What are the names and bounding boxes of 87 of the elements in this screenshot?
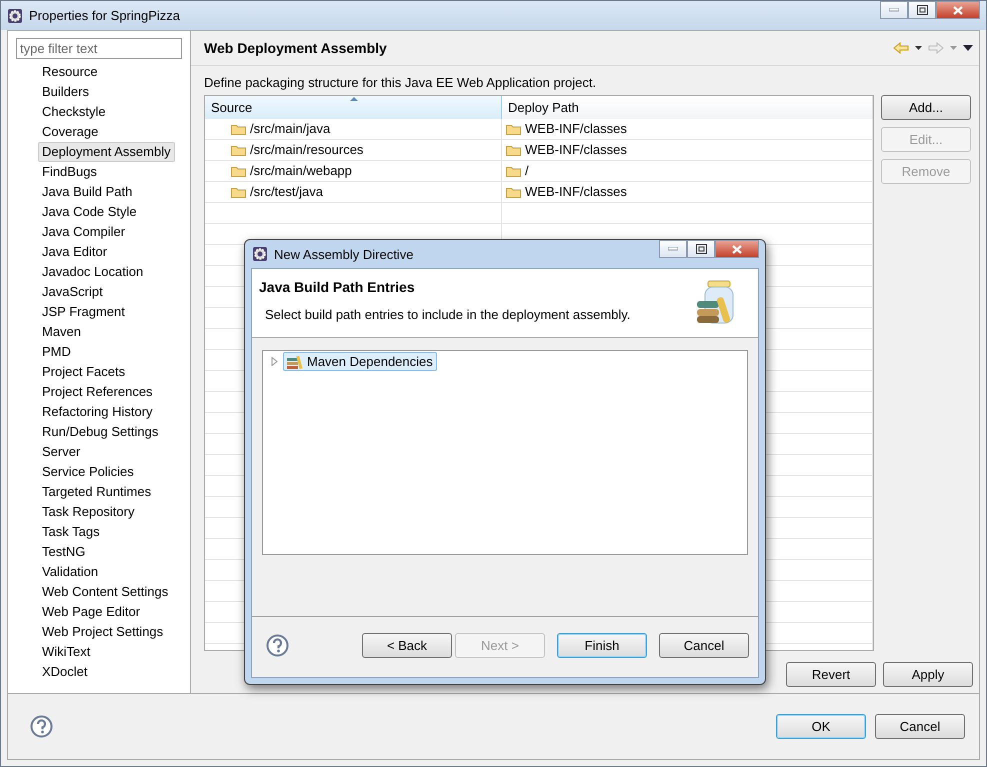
sidebar-item[interactable]: Maven bbox=[38, 322, 86, 342]
dropdown-icon bbox=[950, 46, 957, 50]
maximize-icon bbox=[916, 5, 928, 15]
tree-item[interactable]: Maven Dependencies bbox=[283, 352, 437, 371]
sidebar-item[interactable]: Run/Debug Settings bbox=[38, 422, 162, 442]
dialog-button[interactable]: Cancel bbox=[875, 714, 965, 739]
folder-icon bbox=[231, 165, 246, 177]
maximize-button[interactable] bbox=[687, 240, 715, 258]
table-cell-text: /src/main/resources bbox=[250, 141, 364, 159]
close-button[interactable] bbox=[715, 240, 759, 258]
action-button[interactable]: Apply bbox=[883, 662, 973, 687]
books-icon bbox=[287, 354, 303, 368]
sidebar-item[interactable]: XDoclet bbox=[38, 662, 92, 682]
sidebar-item[interactable]: Project References bbox=[38, 382, 157, 402]
sidebar-item[interactable]: Javadoc Location bbox=[38, 262, 148, 282]
sidebar-item[interactable]: JSP Fragment bbox=[38, 302, 129, 322]
sidebar-item[interactable]: Java Editor bbox=[38, 242, 112, 262]
sort-icon bbox=[350, 97, 358, 101]
minimize-icon bbox=[668, 247, 678, 251]
folder-icon bbox=[231, 123, 246, 135]
action-button[interactable]: Revert bbox=[786, 662, 876, 687]
folder-icon bbox=[506, 123, 521, 135]
sidebar-item[interactable]: Web Content Settings bbox=[38, 582, 172, 602]
dialog-button[interactable]: Finish bbox=[557, 633, 647, 658]
maximize-icon bbox=[696, 244, 706, 254]
dialog-title: New Assembly Directive bbox=[274, 246, 414, 262]
tree-label: Maven Dependencies bbox=[307, 354, 433, 369]
gear-icon bbox=[7, 8, 23, 24]
folder-icon bbox=[231, 186, 246, 198]
sidebar-item[interactable]: Java Compiler bbox=[38, 222, 130, 242]
table-cell-text: WEB-INF/classes bbox=[525, 183, 627, 201]
help-icon bbox=[30, 715, 53, 738]
sidebar-item[interactable]: TestNG bbox=[38, 542, 90, 562]
table-cell-text: / bbox=[525, 162, 529, 180]
filter-field[interactable]: type filter text bbox=[16, 38, 182, 59]
sidebar-item[interactable]: Deployment Assembly bbox=[38, 142, 175, 162]
column-header[interactable]: Deploy Path bbox=[502, 96, 873, 119]
dialog-button[interactable]: Cancel bbox=[659, 633, 749, 658]
sidebar-item[interactable]: Resource bbox=[38, 62, 102, 82]
table-cell-text: /src/main/webapp bbox=[250, 162, 352, 180]
window-title: Properties for SpringPizza bbox=[29, 8, 182, 23]
sidebar-item[interactable]: Task Repository bbox=[38, 502, 138, 522]
sidebar-item[interactable]: Builders bbox=[38, 82, 93, 102]
sidebar-item[interactable]: Checkstyle bbox=[38, 102, 110, 122]
close-icon bbox=[953, 6, 963, 14]
maximize-button[interactable] bbox=[908, 1, 936, 19]
folder-icon bbox=[506, 186, 521, 198]
sidebar-item[interactable]: Targeted Runtimes bbox=[38, 482, 156, 502]
sidebar-item[interactable]: JavaScript bbox=[38, 282, 107, 302]
sidebar-item[interactable]: Coverage bbox=[38, 122, 102, 142]
dialog-description: Select build path entries to include in the deployment assembly. bbox=[265, 307, 632, 322]
action-button[interactable]: Add... bbox=[881, 95, 971, 120]
dialog-button[interactable]: OK bbox=[776, 714, 866, 739]
sidebar-item[interactable]: Web Page Editor bbox=[38, 602, 144, 622]
dialog-button[interactable]: < Back bbox=[362, 633, 452, 658]
folder-icon bbox=[506, 144, 521, 156]
table-cell-text: WEB-INF/classes bbox=[525, 120, 627, 138]
forward-arrow-icon bbox=[928, 42, 944, 54]
sidebar-item[interactable]: FindBugs bbox=[38, 162, 101, 182]
page-title: Web Deployment Assembly bbox=[204, 40, 388, 56]
folder-icon bbox=[506, 165, 521, 177]
dropdown-icon bbox=[915, 46, 922, 50]
description-text: Define packaging structure for this Java EE Web Application project. bbox=[204, 75, 598, 90]
close-button[interactable] bbox=[936, 1, 980, 19]
sidebar-item[interactable]: Service Policies bbox=[38, 462, 138, 482]
minimize-icon bbox=[889, 8, 899, 12]
help-icon bbox=[266, 634, 289, 657]
folder-icon bbox=[231, 144, 246, 156]
sidebar-item[interactable]: Java Code Style bbox=[38, 202, 141, 222]
sidebar-item[interactable]: PMD bbox=[38, 342, 75, 362]
table-cell-text: WEB-INF/classes bbox=[525, 141, 627, 159]
column-header[interactable]: Source bbox=[205, 96, 502, 119]
sidebar-item[interactable]: Project Facets bbox=[38, 362, 130, 382]
sidebar-item[interactable]: WikiText bbox=[38, 642, 94, 662]
table-cell-text: /src/main/java bbox=[250, 120, 330, 138]
dialog-heading: Java Build Path Entries bbox=[259, 279, 416, 295]
back-arrow-icon bbox=[893, 42, 909, 54]
sidebar-item[interactable]: Refactoring History bbox=[38, 402, 157, 422]
sidebar-item[interactable]: Web Project Settings bbox=[38, 622, 168, 642]
sidebar-item[interactable]: Validation bbox=[38, 562, 102, 582]
sidebar-item[interactable]: Server bbox=[38, 442, 84, 462]
gear-icon bbox=[252, 246, 268, 262]
table-cell-text: /src/test/java bbox=[250, 183, 323, 201]
menu-icon bbox=[963, 45, 973, 51]
close-icon bbox=[732, 244, 742, 254]
sidebar-item[interactable]: Java Build Path bbox=[38, 182, 136, 202]
sidebar-item[interactable]: Task Tags bbox=[38, 522, 104, 542]
